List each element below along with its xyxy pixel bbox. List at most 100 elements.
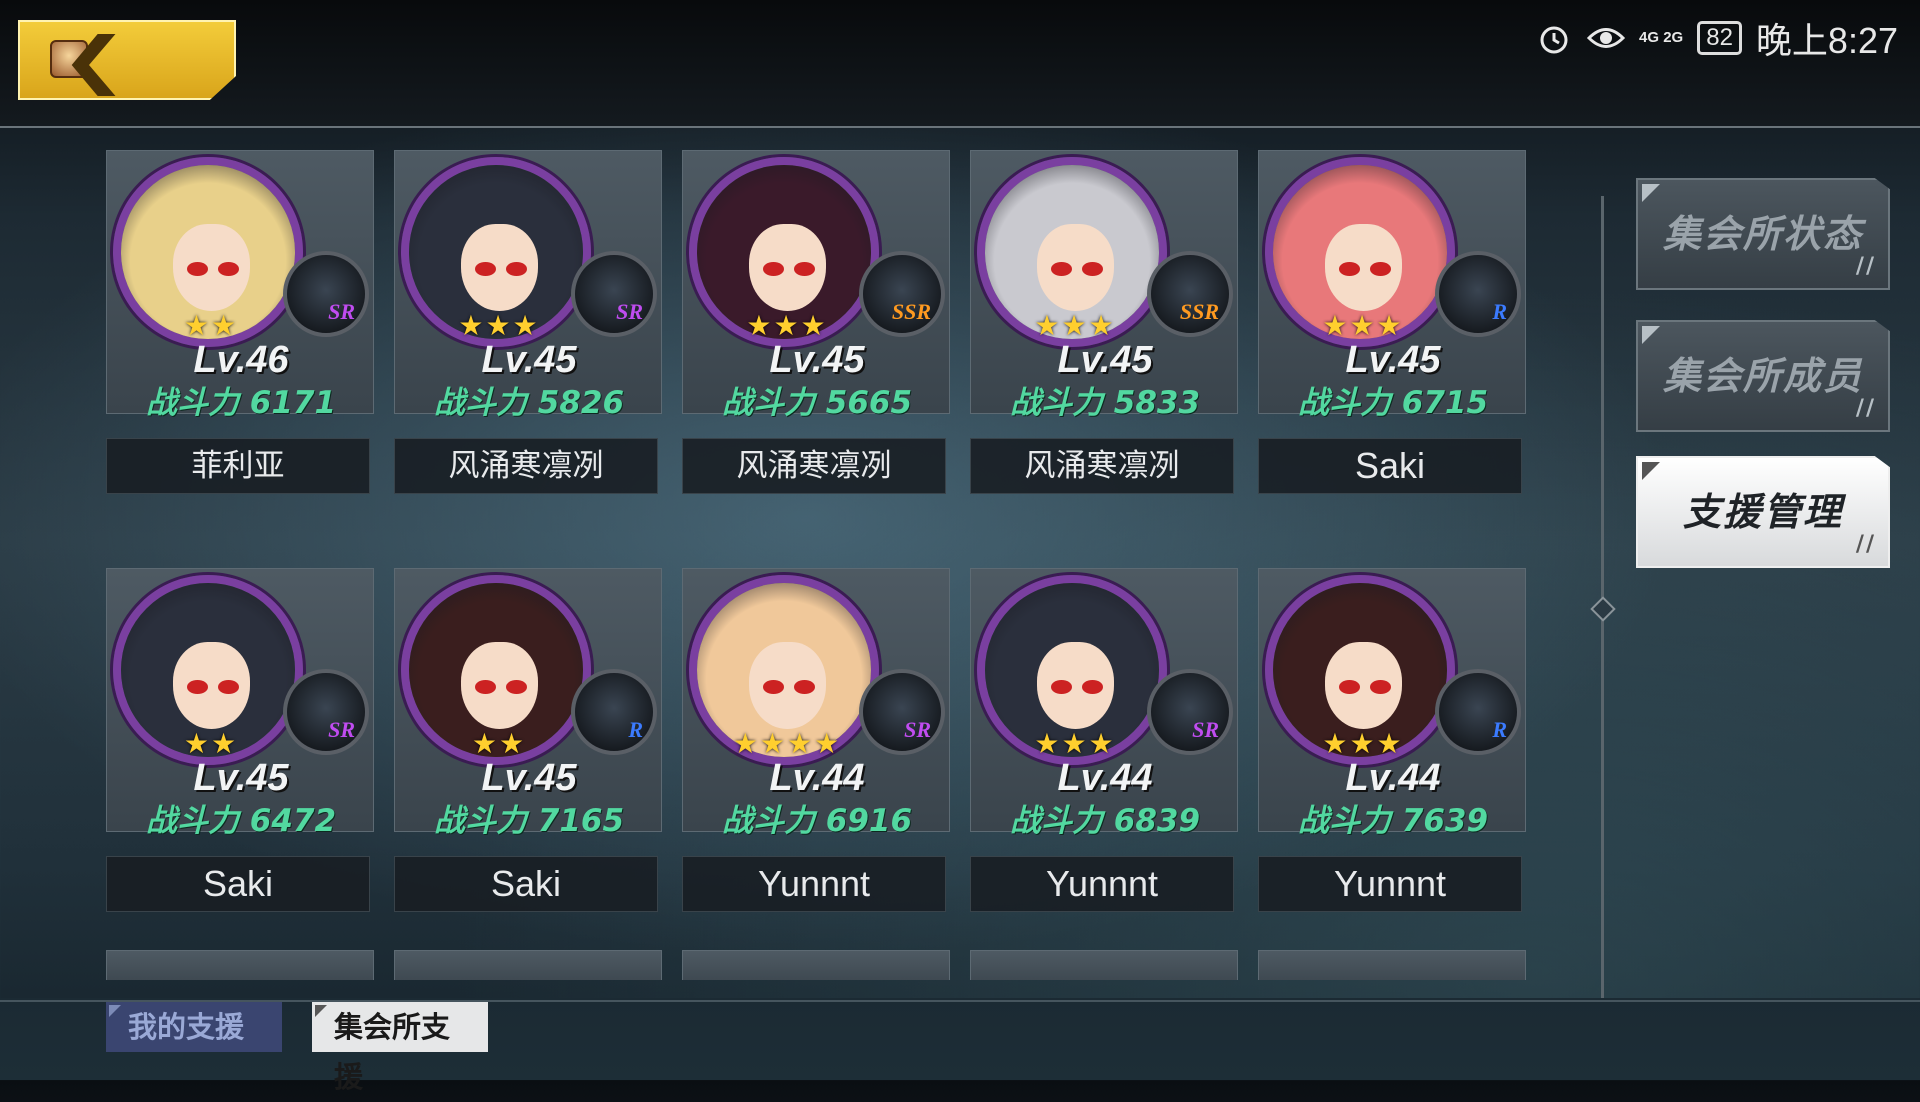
character-level: Lv.45 — [769, 339, 865, 381]
combat-power: 战斗力 5833 — [971, 377, 1239, 422]
tab-guild-support[interactable]: 集会所支援 — [312, 1002, 488, 1094]
tab-my-support[interactable]: 我的支援 — [106, 1002, 282, 1052]
owner-name: Saki — [1258, 438, 1522, 494]
top-divider — [0, 126, 1920, 128]
weapon-icon: R — [1435, 251, 1521, 337]
owner-name: Yunnnt — [970, 856, 1234, 912]
card-partial[interactable] — [682, 950, 950, 980]
combat-power: 战斗力 7165 — [395, 795, 663, 840]
combat-power-value — [1103, 803, 1114, 839]
weapon-icon: SSR — [859, 251, 945, 337]
back-arrow-icon: ❮ — [60, 23, 128, 96]
corner-decoration — [1642, 184, 1660, 202]
card-frame[interactable]: SR ★★★ Lv.45 战斗力 5826 — [394, 150, 662, 421]
combat-power-value — [1391, 385, 1402, 421]
side-menu-label: 集会所状态 — [1662, 212, 1863, 256]
eye-icon — [1587, 19, 1626, 57]
combat-power: 战斗力 6472 — [107, 795, 375, 840]
weapon-icon: SSR — [1147, 251, 1233, 337]
owner-name: Saki — [394, 856, 658, 912]
rarity-badge: SSR — [1179, 299, 1219, 324]
combat-power-label: 战斗力 — [1009, 803, 1103, 839]
card-frame[interactable]: R ★★★ Lv.44 战斗力 7639 — [1258, 568, 1526, 839]
star-rating: ★★★ — [746, 309, 828, 342]
combat-power-number: 7165 — [537, 803, 625, 839]
rarity-badge: SR — [328, 717, 355, 742]
slash-decoration: // — [1855, 254, 1876, 279]
star-rating: ★★★ — [1034, 309, 1116, 342]
star-rating: ★★ — [183, 727, 239, 760]
character-level: Lv.45 — [481, 757, 577, 799]
combat-power-number: 6171 — [249, 385, 337, 421]
card-frame[interactable]: SSR ★★★ Lv.45 战斗力 5833 — [970, 150, 1238, 421]
combat-power-label: 战斗力 — [145, 803, 239, 839]
rarity-badge: R — [628, 717, 643, 742]
card-partial[interactable] — [1258, 950, 1526, 980]
character-level: Lv.44 — [769, 757, 865, 799]
card-partial[interactable] — [106, 950, 374, 980]
battery-indicator: 82 — [1697, 21, 1742, 55]
combat-power-number: 5826 — [537, 385, 625, 421]
character-level: Lv.45 — [1345, 339, 1441, 381]
combat-power: 战斗力 6715 — [1259, 377, 1527, 422]
combat-power-value — [527, 803, 538, 839]
support-management-button[interactable]: 支援管理 // — [1636, 456, 1890, 568]
back-button[interactable]: ❮ — [18, 20, 236, 100]
combat-power-number: 6715 — [1401, 385, 1489, 421]
star-rating: ★★ — [471, 727, 527, 760]
rarity-badge: R — [1492, 299, 1507, 324]
guild-status-button[interactable]: 集会所状态// — [1636, 178, 1890, 290]
corner-decoration — [1642, 326, 1660, 344]
combat-power: 战斗力 6171 — [107, 377, 375, 422]
card-partial[interactable] — [970, 950, 1238, 980]
star-rating: ★★★ — [458, 309, 540, 342]
combat-power-number: 5665 — [825, 385, 913, 421]
weapon-icon: SR — [859, 669, 945, 755]
weapon-icon: SR — [283, 669, 369, 755]
owner-name: Yunnnt — [682, 856, 946, 912]
combat-power-value — [1103, 385, 1114, 421]
rarity-badge: SR — [904, 717, 931, 742]
bottom-bar — [0, 998, 1920, 1080]
star-rating: ★★★ — [1034, 727, 1116, 760]
card-frame[interactable]: SR ★★ Lv.45 战斗力 6472 — [106, 568, 374, 839]
combat-power-number: 6472 — [249, 803, 337, 839]
star-rating: ★★★★ — [732, 727, 842, 760]
combat-power-label: 战斗力 — [721, 803, 815, 839]
combat-power-value — [1391, 803, 1402, 839]
combat-power-value — [527, 385, 538, 421]
card-frame[interactable]: SR ★★★★ Lv.44 战斗力 6916 — [682, 568, 950, 839]
card-partial[interactable] — [394, 950, 662, 980]
combat-power-number: 6916 — [825, 803, 913, 839]
tab-label: 我的支援 — [128, 1010, 245, 1044]
alarm-icon — [1535, 19, 1573, 57]
weapon-icon: SR — [571, 251, 657, 337]
slash-decoration: // — [1855, 532, 1876, 557]
card-frame[interactable]: SR ★★★ Lv.44 战斗力 6839 — [970, 568, 1238, 839]
combat-power-label: 战斗力 — [145, 385, 239, 421]
card-frame[interactable]: SR ★★ Lv.46 战斗力 6171 — [106, 150, 374, 421]
rarity-badge: SR — [328, 299, 355, 324]
combat-power-number: 7639 — [1401, 803, 1489, 839]
rarity-badge: SR — [1192, 717, 1219, 742]
owner-name: 风涌寒凛冽 — [394, 438, 658, 494]
guild-members-button[interactable]: 集会所成员// — [1636, 320, 1890, 432]
combat-power-label: 战斗力 — [1297, 385, 1391, 421]
combat-power: 战斗力 7639 — [1259, 795, 1527, 840]
rarity-badge: SSR — [891, 299, 931, 324]
status-bar: 4G 2G 82 晚上8:27 — [1535, 14, 1898, 62]
rarity-badge: R — [1492, 717, 1507, 742]
combat-power: 战斗力 5826 — [395, 377, 663, 422]
star-rating: ★★ — [183, 309, 239, 342]
card-frame[interactable]: SSR ★★★ Lv.45 战斗力 5665 — [682, 150, 950, 421]
support-card-grid: SR ★★ Lv.46 战斗力 6171 菲利亚 SR ★★★ Lv.45 战斗力 5826 风涌… — [106, 150, 1546, 980]
combat-power: 战斗力 5665 — [683, 377, 951, 422]
slash-decoration: // — [1855, 396, 1876, 421]
card-frame[interactable]: R ★★★ Lv.45 战斗力 6715 — [1258, 150, 1526, 421]
weapon-icon: R — [1435, 669, 1521, 755]
side-menu-label: 集会所成员 — [1662, 354, 1863, 398]
rarity-badge: SR — [616, 299, 643, 324]
card-frame[interactable]: R ★★ Lv.45 战斗力 7165 — [394, 568, 662, 839]
network-signal: 4G 2G — [1639, 29, 1684, 46]
scroll-handle[interactable] — [1590, 596, 1616, 622]
